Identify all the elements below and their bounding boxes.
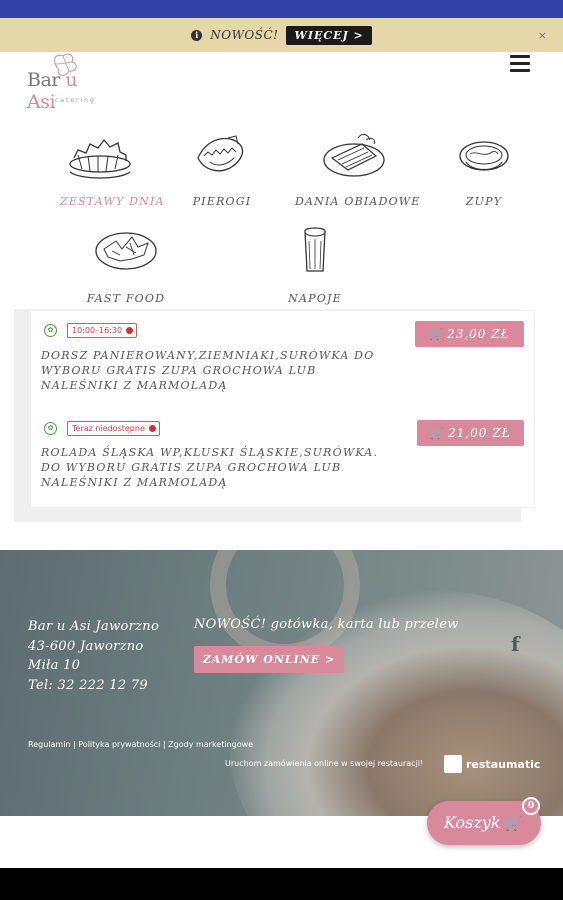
order-online-button[interactable]: ZAMÓW ONLINE > bbox=[194, 646, 344, 673]
category-zupy[interactable]: ZUPY bbox=[444, 128, 524, 208]
menu-item-description: ROLADA ŚLĄSKA WP,KLUSKI ŚLĄSKIE,SURÓWKA.… bbox=[41, 446, 379, 489]
announcement-bar: i NOWOŚĆ! WIĘCEJ > × bbox=[0, 18, 563, 52]
system-navigation-bar bbox=[0, 868, 563, 900]
address-name: Bar u Asi Jaworzno bbox=[28, 619, 160, 634]
vegan-leaf-icon: ✿ bbox=[44, 324, 57, 337]
footer-legal-links[interactable]: Regulamin | Polityka prywatności | Zgody… bbox=[28, 740, 253, 749]
restaumatic-brand[interactable]: restaumatic bbox=[444, 755, 540, 773]
price-label: 23,00 ZŁ bbox=[447, 327, 510, 341]
category-napoje[interactable]: NAPOJE bbox=[275, 225, 355, 305]
restaumatic-logo-icon bbox=[444, 755, 462, 773]
logo-name: Bar u Asi bbox=[27, 69, 107, 113]
category-label: ZUPY bbox=[465, 195, 503, 208]
cart-button[interactable]: Koszyk 🛒 0 bbox=[427, 797, 541, 845]
dinner-plate-icon bbox=[323, 133, 385, 177]
menu-item-description: DORSZ PANIEROWANY,ZIEMNIAKI,SURÓWKA DO W… bbox=[41, 349, 375, 392]
fast-food-plate-icon bbox=[95, 232, 157, 270]
info-dot-icon bbox=[126, 327, 134, 334]
category-label: ZESTAWY DNIA bbox=[60, 195, 165, 208]
availability-tag: Teraz niedostępne bbox=[67, 421, 160, 436]
soup-bowl-icon bbox=[459, 141, 509, 171]
dishes-set-icon bbox=[69, 138, 131, 179]
cart-icon: 🛒 bbox=[430, 427, 446, 440]
category-zestawy-dnia[interactable]: ZESTAWY DNIA bbox=[60, 128, 165, 208]
logo-name-bar: Bar bbox=[27, 69, 60, 91]
dumpling-icon bbox=[197, 135, 244, 172]
category-label: NAPOJE bbox=[288, 292, 342, 305]
powered-by-text[interactable]: Uruchom zamówienia online w swojej resta… bbox=[225, 759, 423, 768]
availability-tag: 10:00–16:30 bbox=[67, 323, 138, 338]
add-to-cart-button[interactable]: 🛒 23,00 ZŁ bbox=[415, 321, 524, 347]
menu-item[interactable]: ✿ Teraz niedostępne ROLADA ŚLĄSKA WP,KLU… bbox=[31, 409, 534, 509]
address-phone[interactable]: Tel: 32 222 12 79 bbox=[28, 676, 159, 696]
category-label: PIEROGI bbox=[192, 195, 252, 208]
system-status-bar bbox=[0, 0, 563, 18]
cart-label: Koszyk bbox=[444, 813, 501, 832]
info-dot-icon bbox=[148, 425, 156, 432]
availability-text: Teraz niedostępne bbox=[72, 424, 145, 433]
beer-glass-icon bbox=[304, 227, 326, 272]
more-button[interactable]: WIĘCEJ > bbox=[286, 25, 372, 45]
price-label: 21,00 ZŁ bbox=[448, 426, 511, 440]
site-footer: Bar u Asi Jaworzno 43-600 Jaworzno Miła … bbox=[0, 550, 563, 816]
add-to-cart-button[interactable]: 🛒 21,00 ZŁ bbox=[417, 420, 524, 446]
logo-name-asi: Asi bbox=[27, 91, 56, 113]
category-label: FAST FOOD bbox=[86, 292, 166, 305]
category-dania-obiadowe[interactable]: DANIA OBIADOWE bbox=[295, 128, 421, 208]
announcement-text: NOWOŚĆ! bbox=[210, 28, 279, 42]
cart-icon: 🛒 bbox=[429, 328, 445, 341]
address-street: Miła 10 bbox=[28, 658, 81, 673]
availability-text: 10:00–16:30 bbox=[72, 326, 123, 335]
cart-count-badge: 0 bbox=[522, 797, 540, 815]
menu-item[interactable]: ✿ 10:00–16:30 DORSZ PANIEROWANY,ZIEMNIAK… bbox=[31, 311, 534, 409]
close-icon[interactable]: × bbox=[538, 29, 547, 42]
info-icon: i bbox=[191, 29, 203, 41]
menu-item-list: ✿ 10:00–16:30 DORSZ PANIEROWANY,ZIEMNIAK… bbox=[30, 310, 535, 508]
payment-info: NOWOŚĆ! gotówka, karta lub przelew bbox=[194, 617, 459, 632]
logo-name-u: u bbox=[65, 69, 78, 91]
category-fast-food[interactable]: FAST FOOD bbox=[86, 225, 166, 305]
cart-icon: 🛒 bbox=[504, 816, 522, 832]
restaurant-logo[interactable]: Bar u Asi catering bbox=[27, 52, 107, 113]
category-pierogi[interactable]: PIEROGI bbox=[182, 128, 262, 208]
logo-subtitle: catering bbox=[55, 97, 96, 104]
restaumatic-label: restaumatic bbox=[466, 757, 541, 771]
hamburger-menu-icon[interactable] bbox=[510, 55, 530, 73]
footer-address: Bar u Asi Jaworzno 43-600 Jaworzno Miła … bbox=[28, 617, 159, 695]
category-label: DANIA OBIADOWE bbox=[295, 195, 421, 208]
facebook-icon[interactable]: f bbox=[511, 632, 520, 656]
vegan-leaf-icon: ✿ bbox=[44, 422, 57, 435]
address-city: 43-600 Jaworzno bbox=[28, 638, 144, 654]
